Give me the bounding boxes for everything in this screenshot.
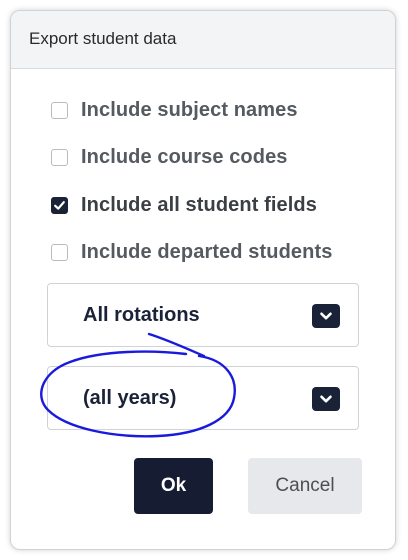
option-include-subject-names[interactable]: Include subject names bbox=[51, 95, 298, 125]
cancel-button[interactable]: Cancel bbox=[248, 458, 362, 514]
checkbox-course-codes[interactable] bbox=[51, 148, 68, 166]
dialog-header: Export student data bbox=[11, 11, 395, 69]
rotation-select[interactable]: All rotations bbox=[47, 283, 359, 347]
option-label: Include departed students bbox=[81, 240, 333, 263]
checkmark-icon bbox=[54, 200, 65, 210]
option-label: Include all student fields bbox=[81, 193, 317, 216]
option-label: Include course codes bbox=[81, 145, 288, 168]
checkbox-departed-students[interactable] bbox=[51, 243, 68, 261]
option-include-all-student-fields[interactable]: Include all student fields bbox=[51, 190, 317, 220]
chevron-down-icon[interactable] bbox=[312, 304, 340, 328]
dialog-title: Export student data bbox=[29, 29, 177, 48]
chevron-down-icon[interactable] bbox=[312, 387, 340, 411]
year-select-value: (all years) bbox=[83, 387, 177, 409]
option-include-departed-students[interactable]: Include departed students bbox=[51, 237, 332, 267]
checkbox-subject-names[interactable] bbox=[51, 101, 68, 119]
option-include-course-codes[interactable]: Include course codes bbox=[51, 142, 288, 172]
year-select[interactable]: (all years) bbox=[47, 366, 359, 430]
checkbox-all-student-fields[interactable] bbox=[51, 196, 68, 214]
rotation-select-value: All rotations bbox=[83, 304, 200, 326]
option-label: Include subject names bbox=[81, 98, 298, 121]
page: Export student data Include subject name… bbox=[0, 0, 408, 560]
ok-button[interactable]: Ok bbox=[134, 458, 213, 514]
export-dialog: Export student data Include subject name… bbox=[10, 10, 396, 550]
